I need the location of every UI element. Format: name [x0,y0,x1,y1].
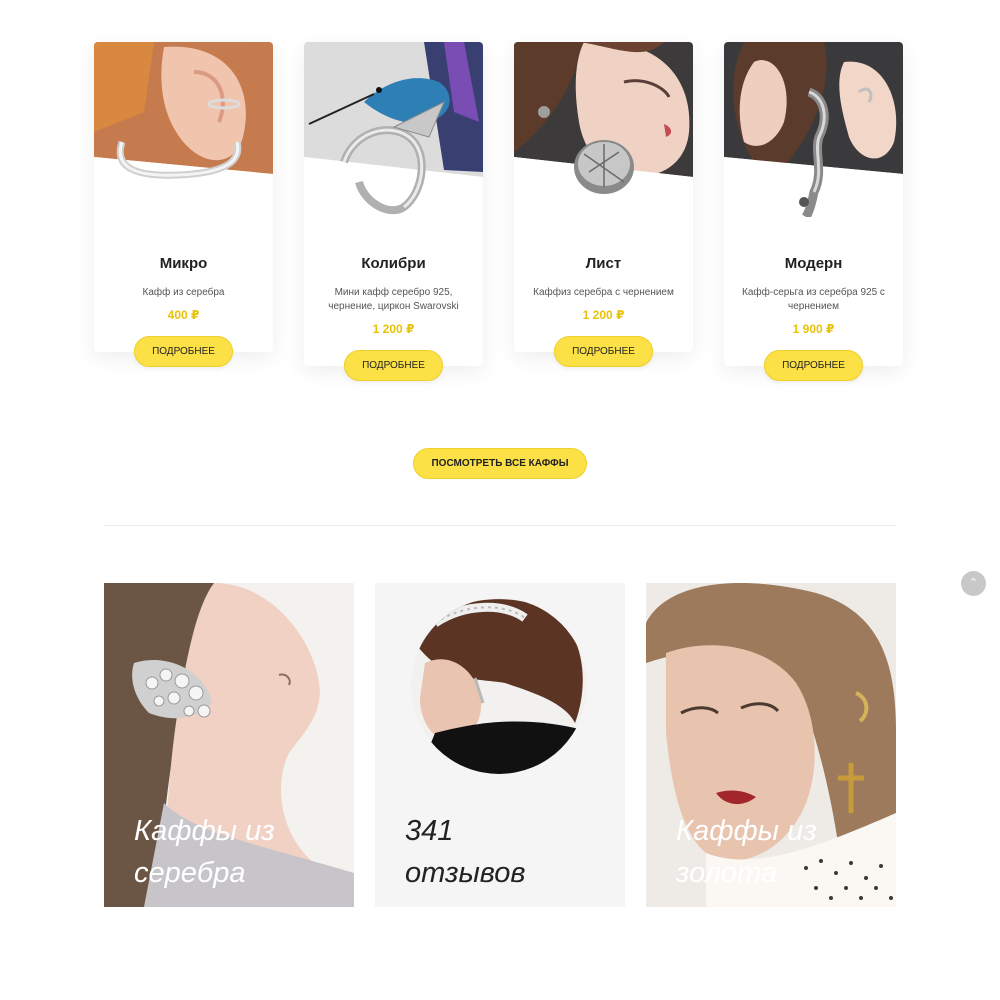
details-button[interactable]: ПОДРОБНЕЕ [134,336,233,367]
silver-ear-cuff-image[interactable] [94,42,273,217]
view-all-cuffs-button[interactable]: ПОСМОТРЕТЬ ВСЕ КАФФЫ [413,448,587,479]
product-price: 400 ₽ [167,308,200,322]
product-title: Лист [585,255,622,272]
product-card: Лист Каффиз серебра с чернением 1 200 ₽ … [514,42,693,367]
product-title: Микро [159,255,208,272]
product-price: 1 200 ₽ [372,322,415,336]
product-description: Мини кафф серебро 925, чернение, циркон … [328,287,459,312]
product-description: Кафф из серебра [142,287,225,298]
reviews-tile[interactable]: 341 отзывов [375,583,625,907]
details-button[interactable]: ПОДРОБНЕЕ [344,350,443,381]
product-title: Модерн [784,255,843,272]
hummingbird-cuff-image[interactable] [304,42,483,217]
product-description: Кафф-серьга из серебра 925 с чернением [742,287,885,312]
product-price: 1 900 ₽ [792,322,835,336]
tile-label: Каффы из серебра [134,815,275,889]
category-tile-gold[interactable]: Каффы из золота [646,583,896,907]
category-tile-silver[interactable]: Каффы из серебра [104,583,354,907]
product-description: Каффиз серебра с чернением [533,287,674,298]
section-divider [104,525,896,526]
chevron-up-icon: ⌃ [968,577,979,589]
leaf-cuff-image[interactable] [514,42,693,217]
product-card: Модерн Кафф-серьга из серебра 925 с черн… [724,42,903,381]
product-card: Колибри Мини кафф серебро 925, чернение,… [304,42,483,381]
tile-label: 341 отзывов [405,815,526,889]
tile-label: Каффы из золота [676,815,817,889]
product-card: Микро Кафф из серебра 400 ₽ ПОДРОБНЕЕ [94,42,273,367]
details-button[interactable]: ПОДРОБНЕЕ [764,350,863,381]
modern-cuff-image[interactable] [724,42,903,217]
details-button[interactable]: ПОДРОБНЕЕ [554,336,653,367]
product-price: 1 200 ₽ [582,308,625,322]
scroll-to-top-button[interactable]: ⌃ [961,571,986,596]
product-title: Колибри [361,255,426,272]
